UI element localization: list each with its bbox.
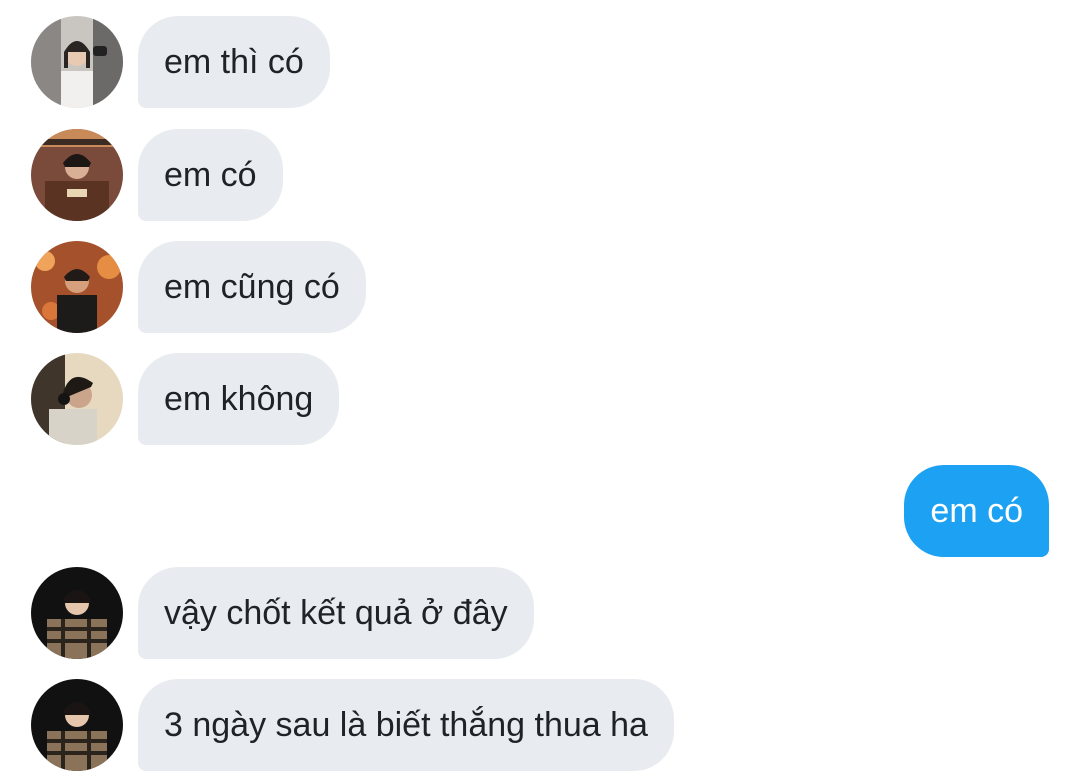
avatar[interactable] (31, 16, 123, 108)
message-thread: em thì có em có em cũng có em không em c… (0, 0, 1080, 781)
message-bubble[interactable]: em không (138, 353, 340, 445)
message-row: em có (0, 465, 1080, 557)
message-row: em thì có (0, 16, 1080, 108)
avatar-boy-jacket-photo-icon (31, 129, 123, 221)
avatar-boy-plaid-photo-icon (31, 567, 123, 659)
avatar[interactable] (31, 241, 123, 333)
message-bubble[interactable]: em có (138, 129, 283, 221)
avatar[interactable] (31, 353, 123, 445)
message-row: em có (0, 129, 1080, 221)
message-bubble[interactable]: 3 ngày sau là biết thắng thua ha (138, 679, 674, 771)
message-row: 3 ngày sau là biết thắng thua ha (0, 679, 1080, 771)
message-bubble-outgoing[interactable]: em có (904, 465, 1049, 557)
avatar[interactable] (31, 129, 123, 221)
avatar-girl-photo-icon (31, 16, 123, 108)
message-bubble[interactable]: vậy chốt kết quả ở đây (138, 567, 534, 659)
message-row: em cũng có (0, 241, 1080, 333)
message-bubble[interactable]: em thì có (138, 16, 330, 108)
message-row: vậy chốt kết quả ở đây (0, 567, 1080, 659)
avatar-boy-plaid-photo-icon (31, 679, 123, 771)
message-bubble[interactable]: em cũng có (138, 241, 366, 333)
message-row: em không (0, 353, 1080, 445)
avatar-boy-lights-photo-icon (31, 241, 123, 333)
avatar[interactable] (31, 679, 123, 771)
avatar[interactable] (31, 567, 123, 659)
avatar-boy-headphones-photo-icon (31, 353, 123, 445)
